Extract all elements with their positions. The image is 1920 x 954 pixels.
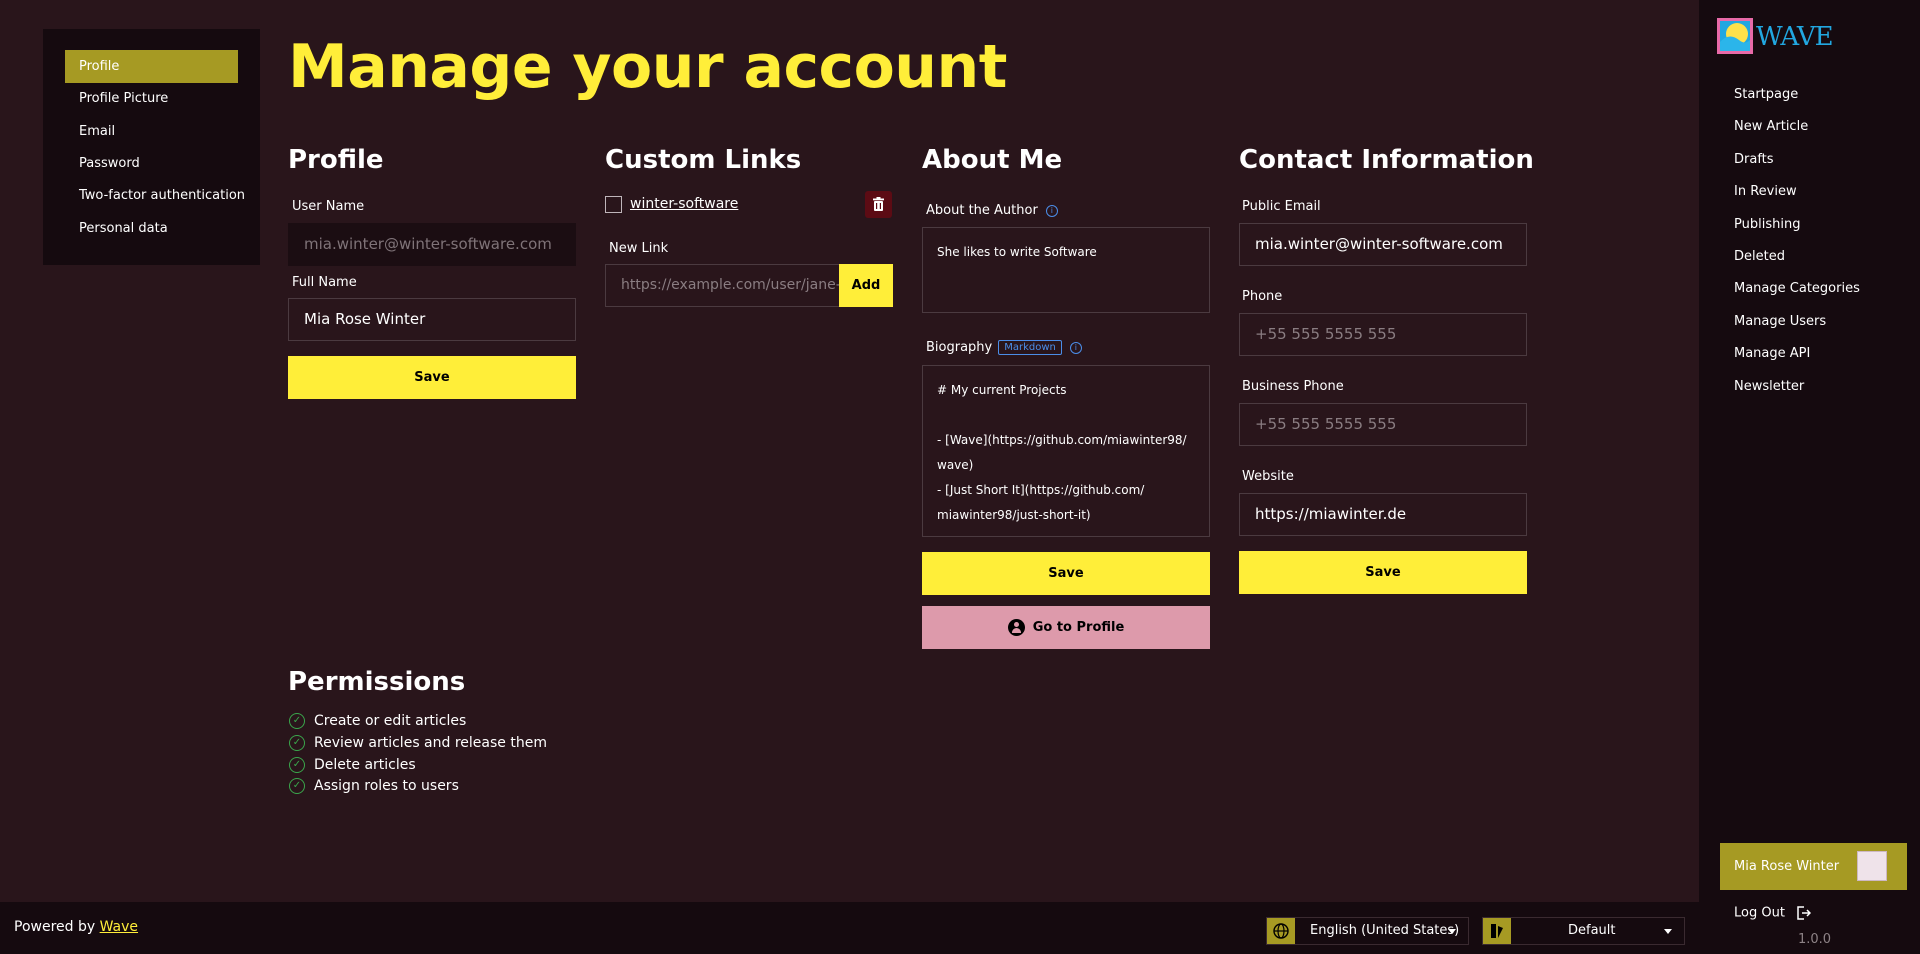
nav-drafts[interactable]: Drafts — [1734, 152, 1774, 167]
business-phone-label: Business Phone — [1242, 379, 1344, 394]
go-to-profile-label: Go to Profile — [1032, 620, 1125, 635]
add-link-button[interactable]: Add — [839, 264, 893, 307]
settings-nav-email[interactable]: Email — [65, 115, 238, 148]
page-title: Manage your account — [288, 32, 1007, 102]
check-circle-icon: ✓ — [289, 757, 305, 773]
language-select[interactable]: English (United States) — [1266, 917, 1469, 945]
about-save-button[interactable]: Save — [922, 552, 1210, 595]
user-menu[interactable]: Mia Rose Winter — [1720, 843, 1907, 890]
fullname-field[interactable]: Mia Rose Winter — [288, 298, 576, 341]
user-name: Mia Rose Winter — [1734, 859, 1840, 874]
app-version: 1.0.0 — [1798, 932, 1832, 947]
new-link-input[interactable]: https://example.com/user/jane- — [605, 264, 840, 307]
go-to-profile-button[interactable]: Go to Profile — [922, 606, 1210, 649]
info-icon[interactable]: i — [1045, 204, 1058, 217]
about-author-label: About the Author i — [926, 203, 1058, 218]
settings-nav-two-factor[interactable]: Two-factor authentication — [65, 179, 245, 212]
new-link-label: New Link — [609, 241, 669, 256]
contact-save-button[interactable]: Save — [1239, 551, 1527, 594]
settings-nav-password[interactable]: Password — [65, 147, 238, 180]
powered-by-link[interactable]: Wave — [100, 919, 138, 935]
biography-textarea[interactable]: # My current Projects - [Wave](https://g… — [922, 365, 1210, 537]
permission-item: ✓ Delete articles — [289, 757, 416, 779]
website-field[interactable]: https://miawinter.de — [1239, 493, 1527, 536]
bio-line: - [Wave](https://github.com/miawinter98/ — [937, 433, 1187, 447]
bio-line: miawinter98/just-short-it) — [937, 508, 1091, 522]
public-email-label: Public Email — [1242, 199, 1321, 214]
business-phone-field[interactable]: +55 555 5555 555 — [1239, 403, 1527, 446]
powered-by: Powered by Wave — [14, 919, 138, 935]
website-label: Website — [1242, 469, 1294, 484]
nav-manage-api[interactable]: Manage API — [1734, 346, 1810, 361]
logout-label: Log Out — [1734, 905, 1785, 921]
bio-line — [937, 403, 1195, 428]
info-icon[interactable]: i — [1069, 341, 1082, 354]
settings-nav-profile-picture[interactable]: Profile Picture — [65, 82, 238, 115]
nav-deleted[interactable]: Deleted — [1734, 249, 1785, 264]
logo-text: WAVE — [1756, 22, 1834, 52]
biography-label-text: Biography — [926, 340, 993, 355]
logout-button[interactable]: Log Out — [1734, 905, 1812, 921]
check-circle-icon: ✓ — [289, 713, 305, 729]
palette-icon — [1483, 918, 1511, 944]
bio-line: # My current Projects — [937, 383, 1067, 397]
delete-link-button[interactable] — [865, 191, 892, 218]
theme-select[interactable]: Default — [1482, 917, 1685, 945]
link-checkbox[interactable] — [605, 196, 622, 213]
main-sidebar: WAVE Startpage New Article Drafts In Rev… — [1699, 0, 1920, 954]
profile-heading: Profile — [288, 145, 384, 175]
chevron-down-icon — [1664, 929, 1672, 934]
biography-label: Biography Markdown i — [926, 340, 1082, 355]
theme-value: Default — [1568, 923, 1616, 938]
globe-icon — [1267, 918, 1295, 944]
nav-newsletter[interactable]: Newsletter — [1734, 379, 1804, 394]
nav-startpage[interactable]: Startpage — [1734, 87, 1798, 102]
wave-logo-icon — [1717, 18, 1753, 54]
username-label: User Name — [292, 199, 365, 214]
chevron-down-icon — [1448, 929, 1456, 934]
about-author-label-text: About the Author — [926, 203, 1038, 218]
nav-manage-categories[interactable]: Manage Categories — [1734, 281, 1860, 296]
phone-field[interactable]: +55 555 5555 555 — [1239, 313, 1527, 356]
permissions-heading: Permissions — [288, 667, 466, 697]
permission-item: ✓ Review articles and release them — [289, 735, 547, 757]
permission-item: ✓ Assign roles to users — [289, 778, 459, 800]
custom-links-heading: Custom Links — [605, 145, 802, 175]
about-me-heading: About Me — [922, 145, 1063, 175]
language-value: English (United States) — [1310, 923, 1460, 938]
settings-nav-profile[interactable]: Profile — [65, 50, 238, 83]
profile-save-button[interactable]: Save — [288, 356, 576, 399]
markdown-badge: Markdown — [998, 340, 1062, 355]
check-circle-icon: ✓ — [289, 778, 305, 794]
footer: Powered by Wave English (United States) … — [0, 902, 1699, 954]
bio-line: wave) — [937, 458, 974, 472]
contact-heading: Contact Information — [1239, 145, 1534, 175]
nav-publishing[interactable]: Publishing — [1734, 217, 1800, 232]
nav-new-article[interactable]: New Article — [1734, 119, 1808, 134]
logout-icon — [1797, 906, 1812, 920]
about-author-textarea[interactable]: She likes to write Software — [922, 227, 1210, 313]
powered-by-text: Powered by — [14, 919, 96, 935]
nav-manage-users[interactable]: Manage Users — [1734, 314, 1826, 329]
settings-nav-personal-data[interactable]: Personal data — [65, 212, 238, 245]
custom-link[interactable]: winter-software — [630, 196, 738, 212]
trash-icon — [873, 197, 884, 211]
username-field: mia.winter@winter-software.com — [288, 223, 576, 266]
fullname-label: Full Name — [292, 275, 357, 290]
bio-line: - [Just Short It](https://github.com/ — [937, 483, 1145, 497]
phone-label: Phone — [1242, 289, 1283, 304]
nav-in-review[interactable]: In Review — [1734, 184, 1797, 199]
avatar — [1857, 851, 1887, 881]
user-circle-icon — [1007, 619, 1025, 636]
check-circle-icon: ✓ — [289, 735, 305, 751]
public-email-field[interactable]: mia.winter@winter-software.com — [1239, 223, 1527, 266]
permission-item: ✓ Create or edit articles — [289, 713, 466, 735]
settings-nav: Profile Profile Picture Email Password T… — [43, 29, 260, 265]
